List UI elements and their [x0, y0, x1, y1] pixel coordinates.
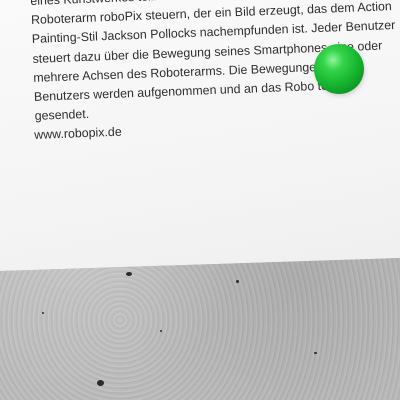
floor-speck	[97, 380, 104, 386]
floor-speck	[314, 352, 317, 354]
poster-website: www.robopix.de	[34, 124, 122, 142]
green-ball	[314, 44, 364, 94]
floor-speck	[160, 330, 162, 332]
floor-speck	[42, 312, 44, 314]
photo-scene: eines Kunstwerkes teilhaben. Maximal vie…	[0, 0, 400, 400]
floor-speck	[236, 280, 239, 283]
floor-speck	[126, 272, 132, 276]
